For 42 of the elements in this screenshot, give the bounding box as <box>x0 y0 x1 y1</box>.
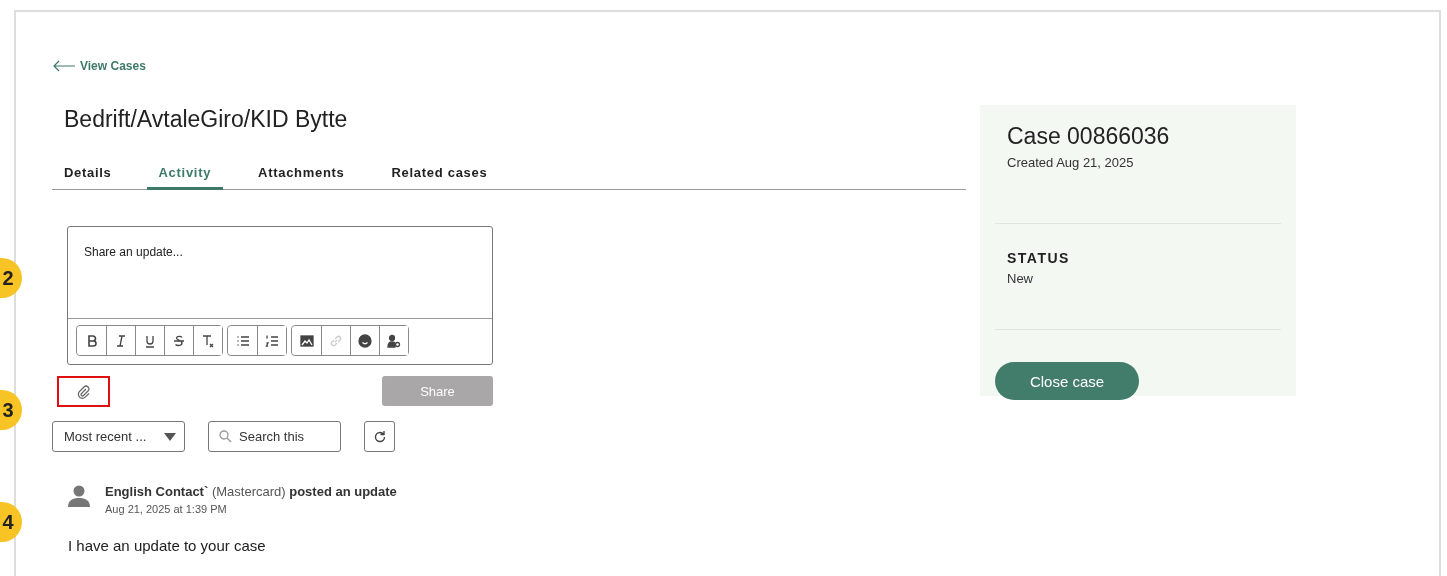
tab[interactable]: Activity <box>146 161 224 190</box>
sort-dropdown[interactable]: Most recent ... <box>52 421 185 452</box>
mention-button[interactable] <box>379 326 408 355</box>
bulleted-list-icon <box>235 333 250 348</box>
image-icon <box>299 333 314 348</box>
close-case-button[interactable]: Close case <box>995 362 1139 400</box>
back-link[interactable]: View Cases <box>52 59 146 73</box>
case-number: Case 00866036 <box>1007 123 1171 150</box>
arrow-left-icon <box>52 60 76 72</box>
refresh-icon <box>372 429 387 444</box>
attach-button[interactable] <box>57 376 110 407</box>
strikethrough-icon <box>172 333 186 348</box>
tab[interactable]: Related cases <box>379 161 500 190</box>
search-field[interactable]: Search this <box>208 421 341 452</box>
italic-icon <box>114 333 128 348</box>
caret-down-icon <box>164 432 176 441</box>
search-icon <box>219 430 232 443</box>
post-timestamp: Aug 21, 2025 at 1:39 PM <box>105 503 228 515</box>
post-body: I have an update to your case <box>68 537 267 554</box>
case-title: Bedrift/AvtaleGiro/KID Bytte <box>64 106 349 133</box>
user-icon <box>67 484 91 508</box>
step-number-marker: 4 <box>0 502 22 542</box>
numbered-list-button[interactable] <box>257 326 286 355</box>
created-date: Created Aug 21, 2025 <box>1007 155 1135 170</box>
underline-icon <box>143 333 157 348</box>
editor-placeholder: Share an update... <box>68 227 492 319</box>
clear-format-button[interactable] <box>193 326 222 355</box>
refresh-button[interactable] <box>364 421 395 452</box>
step-number-marker: 2 <box>0 258 22 298</box>
status-label: STATUS <box>1007 250 1071 266</box>
tab[interactable]: Attachments <box>246 161 357 190</box>
status-value: New <box>1007 271 1034 286</box>
tab[interactable]: Details <box>52 161 124 190</box>
rich-text-editor[interactable]: Share an update... <box>67 226 493 365</box>
mention-icon <box>387 333 401 348</box>
step-number-marker: 3 <box>0 390 22 430</box>
link-icon <box>329 333 343 348</box>
paperclip-icon <box>76 384 91 399</box>
post-byline: English Contact` (Mastercard) posted an update <box>105 484 397 499</box>
numbered-list-icon <box>265 333 279 348</box>
clear-format-icon <box>201 333 215 348</box>
emoji-icon <box>358 333 372 348</box>
